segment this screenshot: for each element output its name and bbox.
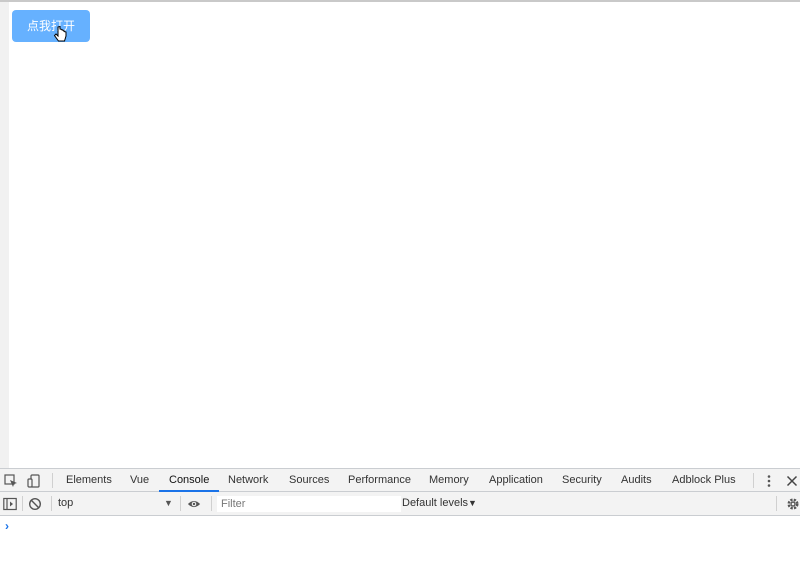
- toolbar-divider: [753, 473, 754, 488]
- open-button[interactable]: 点我打开: [12, 10, 90, 42]
- tab-audits[interactable]: Audits: [611, 469, 662, 492]
- tab-sources[interactable]: Sources: [279, 469, 339, 492]
- devtools-panel: Elements Vue Console Network Sources Per…: [0, 468, 800, 585]
- tab-console[interactable]: Console: [159, 469, 220, 492]
- clear-console-icon[interactable]: [28, 497, 42, 511]
- console-toolbar: top ▼ Default levels ▼: [0, 492, 800, 516]
- eye-icon[interactable]: [187, 497, 201, 511]
- more-vert-icon[interactable]: [762, 474, 776, 488]
- tab-elements[interactable]: Elements: [56, 469, 122, 492]
- tab-network[interactable]: Network: [218, 469, 278, 492]
- toolbar-divider: [51, 496, 52, 511]
- tab-application[interactable]: Application: [479, 469, 553, 492]
- left-gutter: [0, 2, 9, 468]
- device-toggle-icon[interactable]: [27, 474, 41, 488]
- sidebar-toggle-icon[interactable]: [3, 497, 17, 511]
- pointer-cursor-icon: [53, 26, 67, 42]
- chevron-down-icon: ▼: [164, 498, 173, 508]
- tab-memory[interactable]: Memory: [419, 469, 479, 492]
- page-viewport: 点我打开: [9, 2, 800, 468]
- inspect-icon[interactable]: [4, 474, 18, 488]
- console-prompt[interactable]: ›: [5, 519, 9, 533]
- toolbar-divider: [776, 496, 777, 511]
- toolbar-divider: [180, 496, 181, 511]
- gear-icon[interactable]: [786, 497, 800, 511]
- context-select[interactable]: top: [58, 492, 176, 515]
- toolbar-divider: [211, 496, 212, 511]
- tab-security[interactable]: Security: [552, 469, 612, 492]
- log-levels-dropdown[interactable]: Default levels: [402, 492, 468, 515]
- filter-input[interactable]: [217, 496, 401, 512]
- toolbar-divider: [22, 496, 23, 511]
- tab-adblock-plus[interactable]: Adblock Plus: [662, 469, 746, 492]
- tab-vue[interactable]: Vue: [120, 469, 159, 492]
- tab-performance[interactable]: Performance: [338, 469, 421, 492]
- chevron-down-icon: ▼: [468, 498, 477, 508]
- toolbar-divider: [52, 473, 53, 488]
- close-icon[interactable]: [785, 474, 799, 488]
- devtools-tabbar: Elements Vue Console Network Sources Per…: [0, 468, 800, 492]
